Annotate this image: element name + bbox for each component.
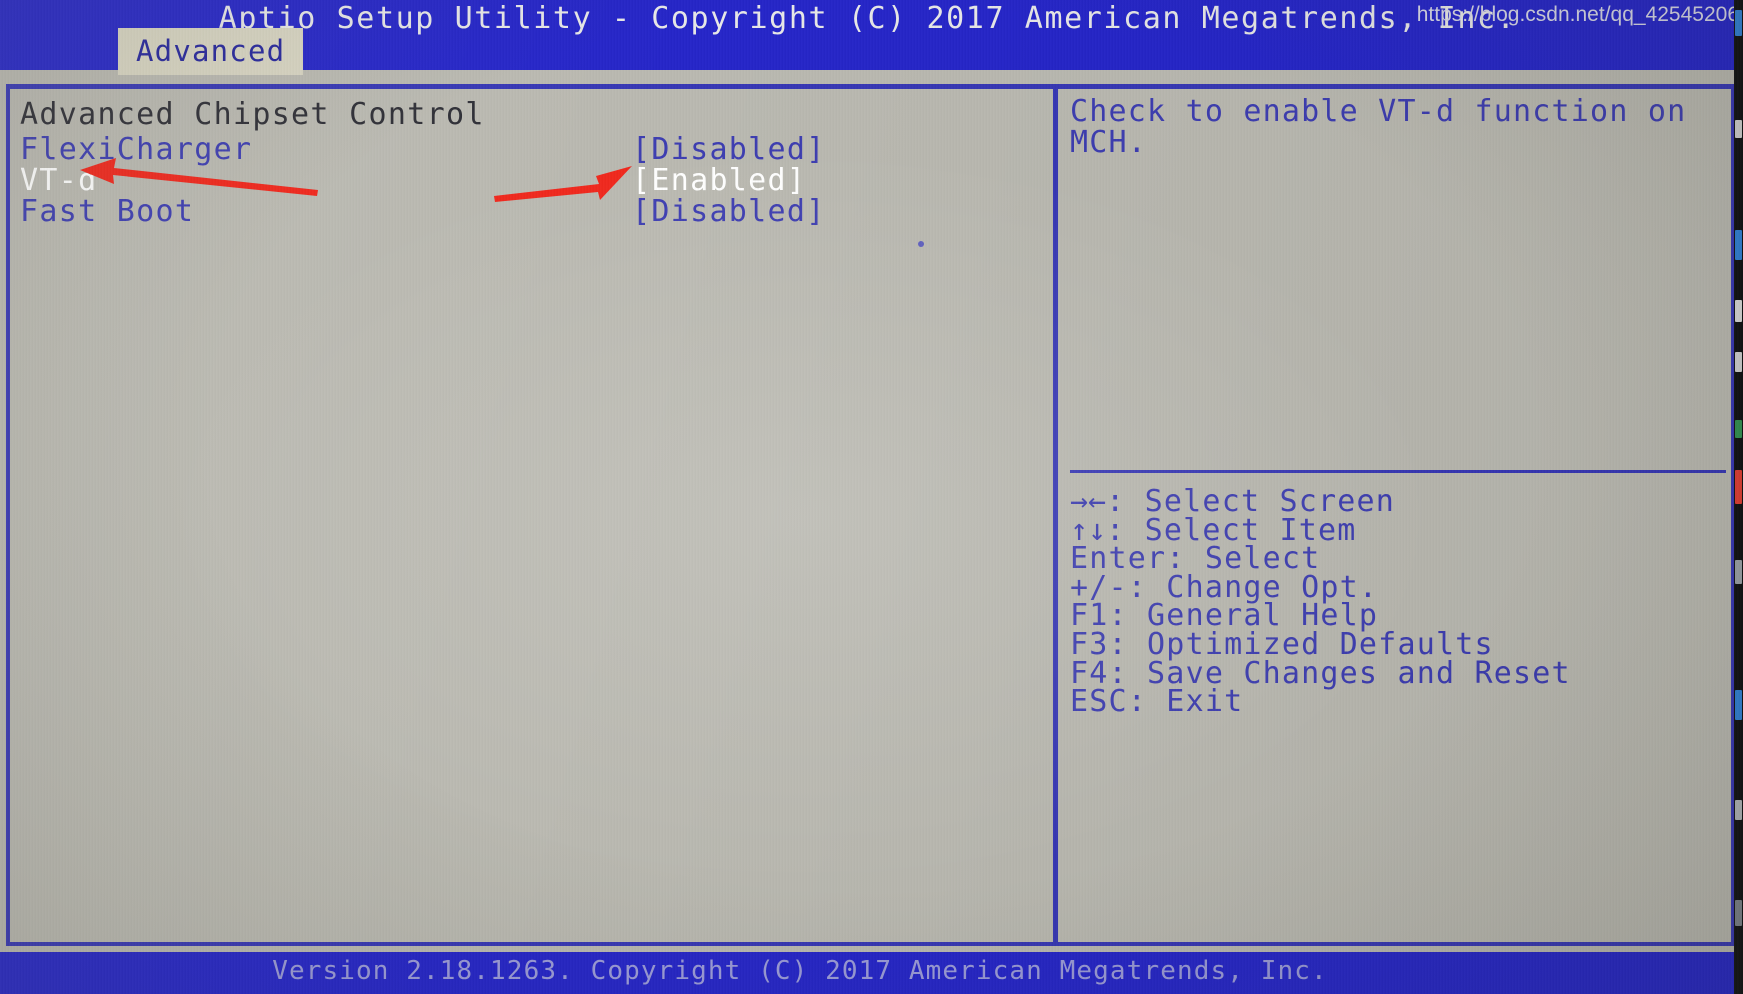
footer-bar: Version 2.18.1263. Copyright (C) 2017 Am… [0,952,1735,994]
help-separator [1070,470,1726,473]
sliver-icon-6 [1735,420,1742,438]
group-title: Advanced Chipset Control [20,97,485,132]
setting-row-vt-d[interactable]: VT-d [Enabled] [20,163,1052,198]
sliver-icon-5 [1735,352,1742,372]
adjacent-screen-sliver [1734,0,1743,994]
setting-value[interactable]: [Disabled] [632,194,826,229]
tab-strip: Advanced [118,28,304,75]
sliver-icon-9 [1735,690,1742,720]
settings-pane: Advanced Chipset Control FlexiCharger [D… [14,92,1052,940]
sliver-icon-7 [1735,470,1742,504]
help-description: Check to enable VT-d function on MCH. [1070,94,1706,160]
sliver-icon-10 [1735,800,1742,820]
setting-value[interactable]: [Enabled] [632,163,806,198]
setting-label: VT-d [20,163,98,198]
sliver-icon-3 [1735,230,1742,260]
key-legend-row-esc: ESC: Exit [1070,687,1742,717]
sliver-icon-11 [1735,900,1742,926]
sliver-icon-2 [1735,120,1742,138]
setting-row-fast-boot[interactable]: Fast Boot [Disabled] [20,194,1052,229]
setting-label: Fast Boot [20,194,195,229]
sliver-icon-8 [1735,560,1742,584]
bios-screen: Aptio Setup Utility - Copyright (C) 2017… [0,0,1743,994]
help-pane: Check to enable VT-d function on MCH. →←… [1070,92,1742,940]
screen-dust-speck [918,241,924,247]
watermark-url: https://blog.csdn.net/qq_42545206 [1416,3,1739,26]
sliver-icon-4 [1735,300,1742,322]
key-legend-label: ESC: Exit [1070,684,1244,720]
tab-advanced[interactable]: Advanced [118,28,304,75]
footer-version: Version 2.18.1263. Copyright (C) 2017 Am… [272,956,1328,986]
key-legend: →←: Select Screen ↑↓: Select Item Enter:… [1070,487,1742,717]
setting-value[interactable]: [Disabled] [632,132,826,167]
pane-divider [1053,88,1058,942]
sliver-icon-1 [1735,10,1742,36]
setting-label: FlexiCharger [20,132,253,167]
setting-row-flexicharger[interactable]: FlexiCharger [Disabled] [20,132,1052,167]
